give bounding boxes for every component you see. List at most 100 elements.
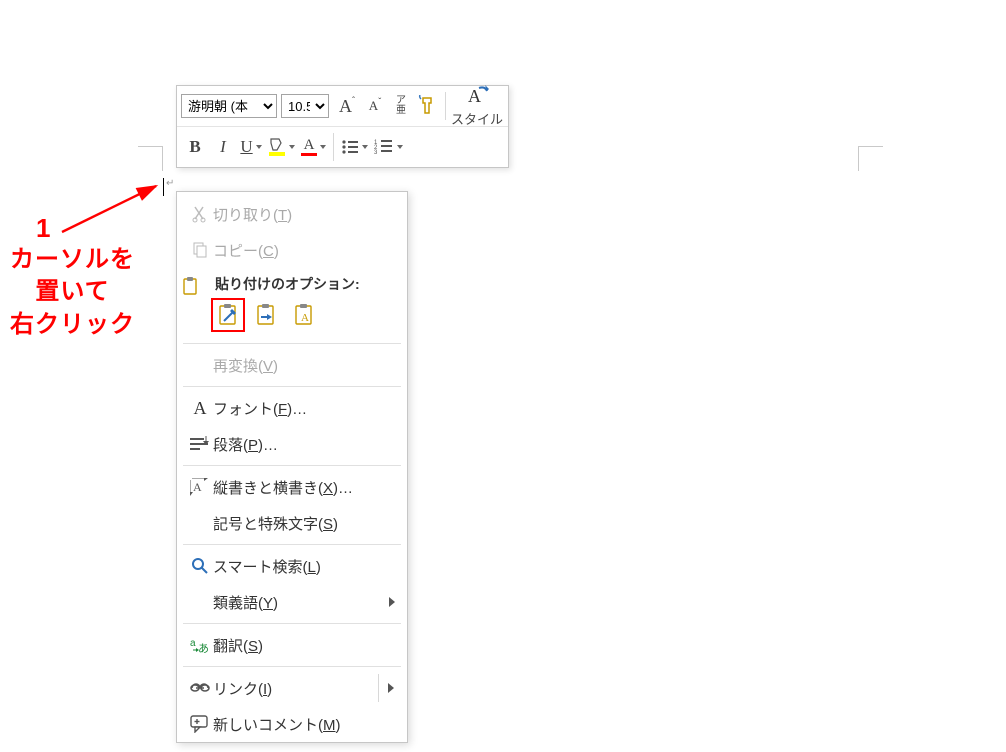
paste-merge-formatting-button[interactable] — [251, 300, 281, 330]
menu-item-copy[interactable]: コピー(C) — [177, 232, 407, 268]
annotation-step1-line1: カーソルを — [10, 244, 135, 276]
chevron-down-icon — [320, 145, 326, 149]
svg-text:3: 3 — [374, 150, 378, 155]
menu-item-text-direction-label: 縦書きと横書き(X)… — [213, 477, 395, 498]
chevron-down-icon — [397, 145, 403, 149]
bold-button[interactable]: B — [181, 133, 209, 161]
blank-icon — [187, 590, 213, 614]
phonetic-guide-bottom: 亜 — [396, 106, 406, 116]
blank-icon — [187, 353, 213, 377]
grow-font-button[interactable]: A ˆ — [333, 92, 361, 120]
paragraph-mark: ↵ — [166, 178, 174, 189]
comment-icon — [187, 712, 213, 736]
svg-text:A: A — [468, 86, 481, 106]
font-color-swatch — [301, 153, 317, 156]
menu-item-font-label: フォント(F)… — [213, 398, 395, 419]
paste-keep-source-formatting-icon — [217, 303, 239, 327]
svg-text:a: a — [190, 638, 196, 649]
svg-text:A: A — [193, 480, 202, 494]
mini-toolbar: 游明朝 (本 10.5 A ˆ A ˇ ア 亜 A — [176, 85, 509, 168]
underline-button[interactable]: U — [237, 133, 265, 161]
paragraph-icon — [187, 432, 213, 456]
menu-item-reconvert[interactable]: 再変換(V) — [177, 347, 407, 383]
font-color-icon: A — [304, 138, 315, 153]
grow-font-caret-icon: ˆ — [352, 95, 355, 105]
menu-item-text-direction[interactable]: A 縦書きと横書き(X)… — [177, 469, 407, 505]
shrink-font-button[interactable]: A ˇ — [361, 92, 389, 120]
menu-item-paragraph-label: 段落(P)… — [213, 434, 395, 455]
menu-item-cut[interactable]: 切り取り(T) — [177, 196, 407, 232]
paste-keep-source-formatting-button[interactable] — [213, 300, 243, 330]
menu-separator — [183, 666, 401, 667]
grow-font-icon: A — [339, 96, 352, 117]
menu-item-paragraph[interactable]: 段落(P)… — [177, 426, 407, 462]
annotation-step1-line2: 置いて — [10, 276, 135, 308]
menu-item-copy-label: コピー(C) — [213, 240, 395, 261]
bullets-button[interactable] — [338, 133, 371, 161]
menu-item-reconvert-label: 再変換(V) — [213, 355, 395, 376]
copy-icon — [187, 238, 213, 262]
italic-icon: I — [220, 137, 226, 157]
menu-item-link-split-button[interactable] — [378, 674, 403, 702]
menu-separator — [183, 465, 401, 466]
menu-item-synonyms[interactable]: 類義語(Y) — [177, 584, 407, 620]
menu-separator — [183, 623, 401, 624]
paste-options-header: 貼り付けのオプション: — [177, 268, 407, 296]
menu-item-link[interactable]: リンク(I) — [177, 670, 407, 706]
menu-item-cut-label: 切り取り(T) — [213, 204, 395, 225]
menu-item-font[interactable]: A フォント(F)… — [177, 390, 407, 426]
annotation-step1-text: カーソルを 置いて 右クリック — [10, 244, 135, 341]
submenu-arrow-icon — [388, 683, 394, 693]
font-icon: A — [187, 396, 213, 420]
styles-icon: A — [465, 85, 489, 107]
underline-icon: U — [240, 137, 252, 157]
menu-separator — [183, 544, 401, 545]
font-name-select[interactable]: 游明朝 (本 — [181, 94, 277, 118]
page-crop-corner-right — [858, 146, 883, 171]
styles-label: スタイル — [451, 109, 503, 128]
text-direction-icon: A — [187, 475, 213, 499]
menu-separator — [183, 386, 401, 387]
numbering-button[interactable]: 1 2 3 — [371, 133, 406, 161]
menu-item-translate-label: 翻訳(S) — [213, 635, 395, 656]
paste-text-only-button[interactable]: A — [289, 300, 319, 330]
shrink-font-caret-icon: ˇ — [378, 96, 381, 106]
font-size-select[interactable]: 10.5 — [281, 94, 329, 118]
chevron-down-icon — [362, 145, 368, 149]
menu-item-synonyms-label: 類義語(Y) — [213, 592, 389, 613]
italic-button[interactable]: I — [209, 133, 237, 161]
menu-item-symbols-label: 記号と特殊文字(S) — [213, 513, 395, 534]
font-color-button[interactable]: A — [298, 133, 329, 161]
cut-icon — [187, 202, 213, 226]
page-crop-corner-left — [138, 146, 163, 171]
menu-item-new-comment[interactable]: 新しいコメント(M) — [177, 706, 407, 742]
styles-button[interactable]: A スタイル — [450, 85, 504, 128]
svg-text:A: A — [301, 312, 309, 324]
paste-icon — [177, 274, 203, 298]
highlight-icon — [268, 137, 286, 157]
menu-item-new-comment-label: 新しいコメント(M) — [213, 714, 395, 735]
menu-item-smart-lookup[interactable]: スマート検索(L) — [177, 548, 407, 584]
menu-item-symbols[interactable]: 記号と特殊文字(S) — [177, 505, 407, 541]
translate-icon: a あ — [187, 633, 213, 657]
submenu-arrow-icon — [389, 597, 395, 607]
svg-text:あ: あ — [198, 642, 209, 654]
menu-item-smart-lookup-label: スマート検索(L) — [213, 556, 395, 577]
annotation-step1-number: 1 — [36, 213, 50, 244]
chevron-down-icon — [289, 145, 295, 149]
paste-merge-formatting-icon — [255, 303, 277, 327]
format-painter-icon — [417, 95, 437, 117]
menu-item-translate[interactable]: a あ 翻訳(S) — [177, 627, 407, 663]
bullets-icon — [341, 139, 359, 155]
shrink-font-icon: A — [369, 98, 378, 114]
paste-text-only-icon: A — [293, 303, 315, 327]
text-insertion-cursor — [163, 178, 164, 196]
annotation-arrow — [56, 180, 166, 240]
annotation-step1-line3: 右クリック — [10, 309, 135, 341]
link-icon — [187, 676, 213, 700]
bold-icon: B — [189, 137, 200, 157]
highlight-color-button[interactable] — [265, 133, 298, 161]
format-painter-button[interactable] — [413, 92, 441, 120]
phonetic-guide-button[interactable]: ア 亜 — [389, 92, 413, 120]
context-menu: 切り取り(T) コピー(C) 貼り付けのオプション: — [176, 191, 408, 743]
